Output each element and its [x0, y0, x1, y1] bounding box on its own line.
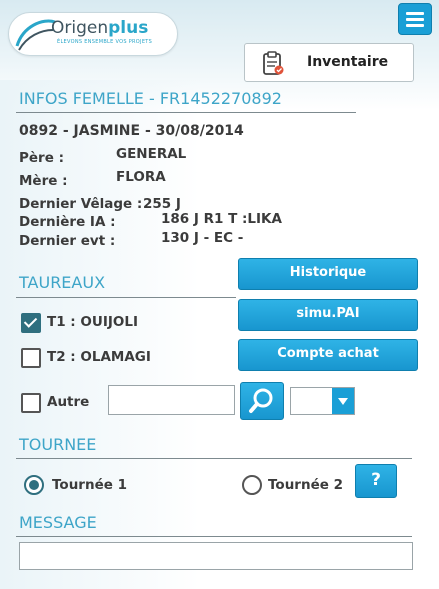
chevron-down-icon	[332, 388, 354, 414]
logo-tagline: ÉLEVONS ENSEMBLE VOS PROJETS	[57, 39, 153, 45]
help-button[interactable]: ?	[355, 464, 397, 498]
message-divider	[16, 536, 412, 537]
message-section-title: MESSAGE	[19, 513, 97, 532]
tournee-section-title: TOURNEE	[19, 435, 97, 454]
t2-checkbox[interactable]	[21, 348, 41, 368]
mere-label: Mère :	[19, 173, 68, 189]
velage-label: Dernier Vêlage :	[19, 196, 143, 212]
inventory-label: Inventaire	[307, 54, 389, 70]
inventory-button[interactable]: Inventaire	[244, 43, 414, 82]
evt-label: Dernier evt :	[19, 233, 116, 249]
hamburger-icon-line	[406, 18, 424, 21]
taureaux-section-title: TAUREAUX	[19, 273, 106, 292]
pere-value: GENERAL	[116, 146, 187, 162]
velage-value: 255 J	[143, 196, 181, 212]
infos-divider	[16, 112, 356, 113]
animal-summary: 0892 - JASMINE - 30/08/2014	[19, 123, 244, 139]
hamburger-icon-line	[406, 24, 424, 27]
simu-pai-button[interactable]: simu.PAI	[238, 299, 418, 331]
t1-label[interactable]: T1 : OUIJOLI	[47, 314, 138, 330]
mere-value: FLORA	[116, 169, 166, 185]
evt-value: 130 J - EC -	[161, 230, 244, 246]
taureaux-divider	[16, 297, 236, 298]
autre-input[interactable]	[108, 385, 235, 415]
menu-button[interactable]	[398, 3, 432, 35]
hamburger-icon	[406, 12, 424, 15]
autre-checkbox[interactable]	[21, 393, 41, 413]
search-icon	[249, 388, 273, 413]
tournee1-label[interactable]: Tournée 1	[52, 477, 127, 493]
ia-value: 186 J R1 T :LIKA	[161, 211, 282, 227]
logo-brand: Origenplus	[51, 18, 149, 38]
tournee1-radio[interactable]	[24, 475, 44, 495]
pere-label: Père :	[19, 150, 64, 166]
infos-section-title: INFOS FEMELLE - FR1452270892	[19, 89, 282, 108]
origenplus-logo: Origenplus ÉLEVONS ENSEMBLE VOS PROJETS	[8, 12, 178, 56]
clipboard-icon	[263, 51, 284, 75]
compte-achat-button[interactable]: Compte achat	[238, 339, 418, 371]
historique-button[interactable]: Historique	[238, 258, 418, 290]
t2-label[interactable]: T2 : OLAMAGI	[47, 349, 151, 365]
ia-label: Dernière IA :	[19, 214, 116, 230]
tournee-divider	[16, 458, 412, 459]
tournee2-label[interactable]: Tournée 2	[268, 477, 343, 493]
t1-checkbox[interactable]	[21, 313, 41, 333]
message-input[interactable]	[19, 542, 413, 570]
bull-select[interactable]	[290, 387, 355, 415]
search-button[interactable]	[240, 382, 284, 420]
autre-label[interactable]: Autre	[47, 394, 89, 410]
tournee2-radio[interactable]	[242, 475, 262, 495]
